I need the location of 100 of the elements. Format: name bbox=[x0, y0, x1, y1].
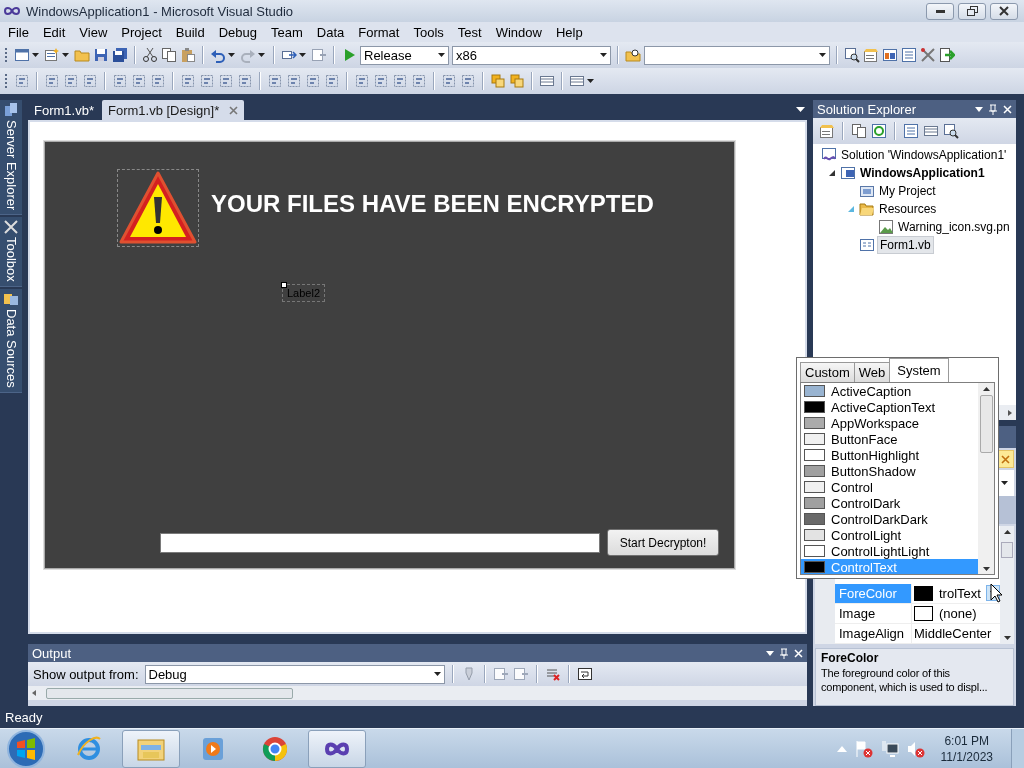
caret-icon[interactable] bbox=[587, 79, 594, 83]
menu-item[interactable]: Build bbox=[168, 24, 212, 40]
decrypt-button[interactable]: Start Decrypton! bbox=[607, 529, 719, 556]
color-tab[interactable]: Custom bbox=[800, 362, 855, 382]
clock[interactable]: 6:01 PM 11/1/2023 bbox=[940, 733, 993, 765]
color-option[interactable]: ControlDarkDark bbox=[801, 511, 978, 527]
find-in-folder-icon[interactable] bbox=[625, 47, 641, 63]
taskbar-button[interactable] bbox=[308, 730, 366, 768]
dropdown-icon[interactable] bbox=[975, 106, 983, 112]
toolbar-grip-icon[interactable] bbox=[5, 73, 8, 89]
align-icon[interactable] bbox=[373, 73, 389, 89]
align-icon[interactable] bbox=[150, 73, 166, 89]
properties-icon[interactable] bbox=[819, 123, 835, 139]
menu-item[interactable]: View bbox=[72, 24, 115, 40]
align-icon[interactable] bbox=[112, 73, 128, 89]
list-icon[interactable] bbox=[569, 73, 585, 89]
undo-icon[interactable] bbox=[210, 47, 226, 63]
scroll-right-icon[interactable] bbox=[1008, 409, 1012, 416]
word-wrap-icon[interactable] bbox=[576, 666, 593, 682]
align-icon[interactable] bbox=[286, 73, 302, 89]
pin-icon[interactable] bbox=[780, 647, 788, 659]
tree-item[interactable]: WindowsApplication1 bbox=[858, 165, 987, 181]
property-name[interactable]: ImageAlign bbox=[835, 624, 911, 643]
speaker-icon[interactable] bbox=[906, 740, 925, 758]
scroll-up-icon[interactable] bbox=[982, 387, 990, 391]
menu-item[interactable]: File bbox=[1, 24, 36, 40]
align-icon[interactable] bbox=[14, 73, 30, 89]
page-icon[interactable] bbox=[311, 47, 327, 63]
align-icon[interactable] bbox=[354, 73, 370, 89]
expander-icon[interactable] bbox=[828, 169, 836, 177]
caret-icon[interactable] bbox=[258, 53, 265, 57]
caret-icon[interactable] bbox=[1001, 481, 1008, 485]
align-icon[interactable] bbox=[267, 73, 283, 89]
restore-button[interactable] bbox=[958, 2, 986, 20]
tree-item[interactable]: Warning_icon.svg.pn bbox=[896, 219, 1012, 235]
list-icon[interactable] bbox=[539, 73, 555, 89]
document-tab[interactable]: Form1.vb* bbox=[28, 100, 100, 120]
tree-item[interactable]: Solution 'WindowsApplication1' bbox=[839, 147, 1009, 163]
resize-handle[interactable] bbox=[281, 282, 287, 288]
list-icon[interactable] bbox=[923, 123, 939, 139]
property-value[interactable]: MiddleCenter bbox=[914, 626, 992, 641]
scrollbar-thumb[interactable] bbox=[1001, 542, 1013, 558]
list-icon[interactable] bbox=[903, 123, 919, 139]
align-icon[interactable] bbox=[131, 73, 147, 89]
property-name[interactable]: Image bbox=[835, 604, 911, 623]
menu-item[interactable]: Debug bbox=[211, 24, 264, 40]
pin-icon[interactable] bbox=[989, 103, 997, 115]
color-option[interactable]: ControlLightLight bbox=[801, 543, 978, 559]
configuration-dropdown[interactable]: Release bbox=[360, 45, 449, 65]
color-tab[interactable]: System bbox=[889, 358, 949, 382]
minimize-button[interactable] bbox=[926, 2, 954, 20]
side-tab[interactable]: Server Explorer bbox=[0, 100, 22, 216]
align-icon[interactable] bbox=[199, 73, 215, 89]
scroll-down-icon[interactable] bbox=[982, 567, 990, 571]
page-icon[interactable] bbox=[492, 666, 509, 682]
color-option[interactable]: ActiveCaption bbox=[801, 383, 978, 399]
color-option[interactable]: ButtonShadow bbox=[801, 463, 978, 479]
align-icon[interactable] bbox=[392, 73, 408, 89]
align-icon[interactable] bbox=[63, 73, 79, 89]
network-icon[interactable] bbox=[880, 740, 899, 758]
align-icon[interactable] bbox=[44, 73, 60, 89]
caret-icon[interactable] bbox=[228, 53, 235, 57]
search-window-icon[interactable] bbox=[943, 123, 959, 139]
align-icon[interactable] bbox=[237, 73, 253, 89]
tools-icon[interactable] bbox=[920, 47, 936, 63]
menu-item[interactable]: Project bbox=[114, 24, 169, 40]
copy-icon[interactable] bbox=[851, 123, 867, 139]
align-icon[interactable] bbox=[460, 73, 476, 89]
color-option[interactable]: ControlDark bbox=[801, 495, 978, 511]
exit-icon[interactable] bbox=[939, 47, 955, 63]
scrollbar-thumb[interactable] bbox=[979, 395, 993, 453]
tree-item[interactable]: Resources bbox=[877, 201, 939, 217]
color-option[interactable]: AppWorkspace bbox=[801, 415, 978, 431]
align-icon[interactable] bbox=[324, 73, 340, 89]
dropdown-icon[interactable] bbox=[796, 107, 805, 112]
save-icon[interactable] bbox=[93, 47, 109, 63]
caret-icon[interactable] bbox=[32, 53, 39, 57]
save-all-icon[interactable] bbox=[112, 47, 128, 63]
align-icon[interactable] bbox=[82, 73, 98, 89]
page-icon[interactable] bbox=[512, 666, 529, 682]
output-source-dropdown[interactable]: Debug bbox=[144, 664, 445, 684]
text-field[interactable] bbox=[160, 533, 600, 553]
menu-item[interactable]: Tools bbox=[406, 24, 451, 40]
menu-item[interactable]: Data bbox=[309, 24, 352, 40]
search-window-icon[interactable] bbox=[844, 47, 860, 63]
refresh-icon[interactable] bbox=[871, 123, 887, 139]
align-icon[interactable] bbox=[441, 73, 457, 89]
color-option[interactable]: Control bbox=[801, 479, 978, 495]
layers-icon[interactable] bbox=[509, 73, 525, 89]
list-icon[interactable] bbox=[901, 47, 917, 63]
window-icon[interactable] bbox=[14, 47, 30, 63]
tree-item[interactable]: Form1.vb bbox=[877, 236, 934, 254]
platform-dropdown[interactable]: x86 bbox=[452, 45, 611, 65]
copy-icon[interactable] bbox=[161, 47, 177, 63]
align-icon[interactable] bbox=[180, 73, 196, 89]
menu-item[interactable]: Team bbox=[264, 24, 310, 40]
color-option[interactable]: ActiveCaptionText bbox=[801, 399, 978, 415]
caret-icon[interactable] bbox=[62, 53, 69, 57]
add-item-icon[interactable] bbox=[44, 47, 60, 63]
window-icon[interactable] bbox=[882, 47, 898, 63]
